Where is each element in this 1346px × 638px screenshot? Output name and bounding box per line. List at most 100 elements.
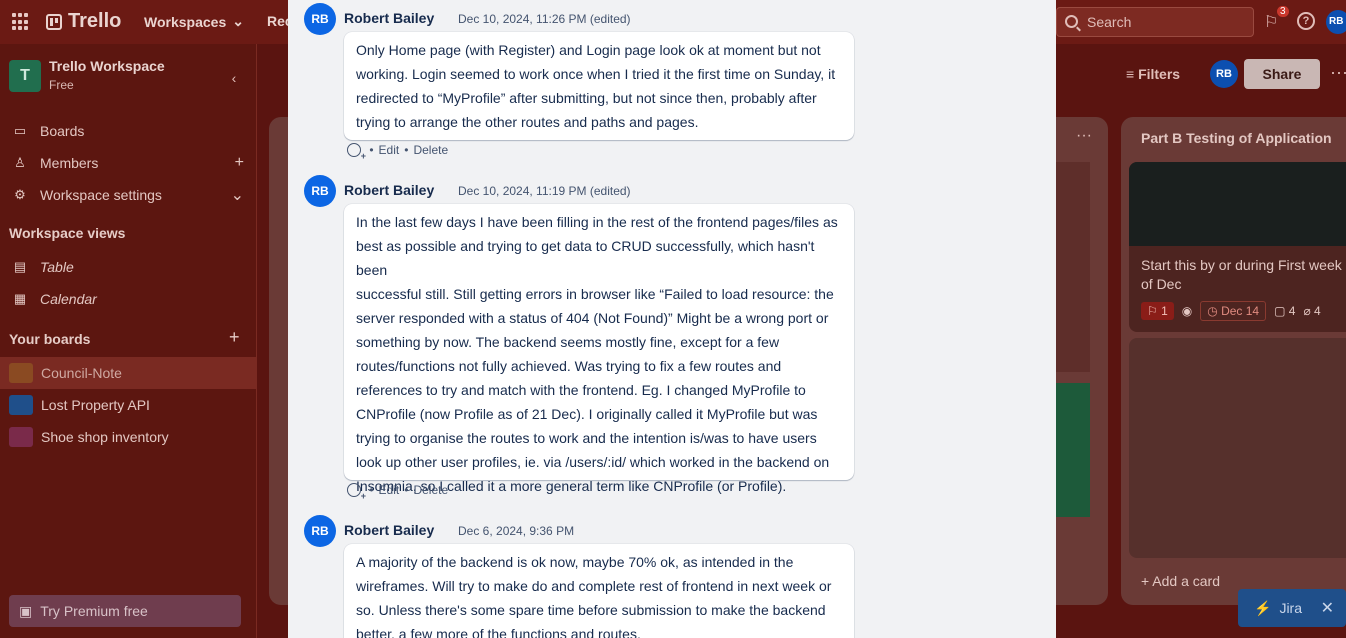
card-title[interactable]: Start this by or during First week of De… — [1141, 256, 1346, 294]
premium-label: Try Premium free — [40, 603, 148, 619]
card[interactable] — [1129, 338, 1346, 558]
comments-icon: ▢ 4 — [1274, 304, 1296, 318]
comment-actions: • Edit • Delete — [347, 143, 448, 161]
try-premium-button[interactable]: ▣ Try Premium free — [9, 595, 241, 627]
workspaces-menu[interactable]: Workspaces ⌄ — [144, 13, 244, 30]
comment-body: In the last few days I have been filling… — [344, 204, 854, 494]
more-icon[interactable]: ··· — [1330, 62, 1346, 83]
help-icon[interactable]: ? — [1297, 12, 1315, 30]
board-item-lost-property-api[interactable]: Lost Property API — [0, 389, 256, 421]
comment-actions: • Edit • Delete — [347, 483, 448, 501]
separator-dot: • — [366, 143, 374, 157]
avatar[interactable]: RB — [304, 175, 336, 207]
comment-timestamp[interactable]: Dec 10, 2024, 11:19 PM (edited) — [458, 184, 631, 198]
chevron-down-icon[interactable]: ⌄ — [231, 185, 244, 205]
comment-line: working. Login seemed to work once when … — [356, 66, 836, 82]
members-icon: ♙ — [14, 155, 26, 170]
comment-line: look up other user profiles, ie. via /us… — [356, 454, 830, 470]
app-switcher-icon[interactable] — [12, 13, 30, 31]
add-member-icon[interactable]: + — [235, 154, 244, 172]
comment-author[interactable]: Robert Bailey — [344, 10, 434, 26]
avatar[interactable]: RB — [304, 3, 336, 35]
comment-line: better, a few more of the functions and … — [356, 626, 641, 638]
comment-line: references to try and match with the fro… — [356, 382, 806, 398]
calendar-icon: ▦ — [13, 291, 27, 306]
app-name: Trello — [68, 10, 122, 32]
card-thumbnail[interactable] — [1056, 383, 1090, 517]
card-detail-modal: RB Robert Bailey Dec 10, 2024, 11:26 PM … — [288, 0, 1056, 638]
delete-comment-link[interactable]: Delete — [413, 483, 448, 497]
delete-comment-link[interactable]: Delete — [413, 143, 448, 157]
add-board-icon[interactable]: + — [229, 327, 240, 348]
search-input[interactable]: Search — [1056, 7, 1254, 37]
account-avatar[interactable]: RB — [1326, 10, 1346, 34]
sidebar-item-label: Boards — [40, 123, 85, 139]
comment-line: Only Home page (with Register) and Login… — [356, 42, 821, 58]
filters-button[interactable]: ≡ Filters — [1126, 66, 1180, 82]
search-icon — [1065, 15, 1078, 28]
board-list-left — [269, 117, 289, 605]
add-reaction-icon[interactable] — [347, 483, 366, 501]
sidebar-item-workspace-settings[interactable]: ⚙ Workspace settings ⌄ — [0, 179, 256, 211]
jira-icon: ⚡ — [1254, 599, 1272, 616]
search-placeholder: Search — [1087, 14, 1132, 30]
filters-label: Filters — [1138, 66, 1181, 82]
workspace-views-title: Workspace views — [9, 225, 126, 241]
comment-timestamp[interactable]: Dec 10, 2024, 11:26 PM (edited) — [458, 12, 631, 26]
list-title[interactable]: Part B Testing of Application — [1141, 130, 1332, 146]
due-date-badge[interactable]: ◷ Dec 14 — [1200, 301, 1267, 321]
separator-dot: • — [404, 143, 409, 157]
board-swatch — [9, 427, 33, 447]
comment-author[interactable]: Robert Bailey — [344, 522, 434, 538]
workspace-plan: Free — [49, 78, 74, 92]
edit-comment-link[interactable]: Edit — [379, 483, 400, 497]
notification-count-badge: 3 — [1277, 6, 1289, 17]
close-icon[interactable]: ✕ — [1321, 598, 1334, 618]
comments-count: 4 — [1288, 304, 1296, 318]
share-button[interactable]: Share — [1244, 59, 1320, 89]
sidebar-item-label: Members — [40, 155, 99, 171]
comment-line: successful still. Still getting errors i… — [356, 286, 834, 302]
plus-icon: + — [1141, 573, 1153, 589]
separator-dot: • — [366, 483, 374, 497]
sidebar-item-label: Calendar — [40, 291, 97, 307]
edit-comment-link[interactable]: Edit — [379, 143, 400, 157]
comment-body: Only Home page (with Register) and Login… — [344, 32, 854, 140]
avatar[interactable]: RB — [304, 515, 336, 547]
comment-line: A majority of the backend is ok now, may… — [356, 554, 794, 570]
comment-timestamp[interactable]: Dec 6, 2024, 9:36 PM — [458, 524, 574, 538]
collapse-sidebar-icon[interactable]: ‹ — [222, 68, 246, 92]
trello-logo[interactable]: Trello — [46, 10, 121, 33]
attachment-count: 4 — [1314, 304, 1321, 318]
separator-dot: • — [404, 483, 409, 497]
sidebar-item-boards[interactable]: ▭ Boards — [0, 115, 256, 147]
share-label: Share — [1262, 66, 1302, 82]
board-item-council-note[interactable]: Council-Note — [0, 357, 256, 389]
trello-logo-icon — [46, 13, 62, 30]
sidebar-item-label: Table — [40, 259, 74, 275]
comment-author[interactable]: Robert Bailey — [344, 182, 434, 198]
sidebar-item-table[interactable]: ▤ Table — [0, 251, 256, 283]
jira-widget[interactable]: ⚡ Jira ✕ — [1238, 589, 1346, 627]
card-thumbnail[interactable] — [1056, 162, 1090, 372]
board-swatch — [9, 363, 33, 383]
list-menu-icon[interactable]: ··· — [1076, 127, 1092, 145]
add-reaction-icon[interactable] — [347, 143, 366, 161]
gear-icon: ⚙ — [14, 187, 26, 202]
board-swatch — [9, 395, 33, 415]
chevron-down-icon: ⌄ — [232, 13, 244, 29]
sidebar-item-calendar[interactable]: ▦ Calendar — [0, 283, 256, 315]
comment-line: CNProfile (now Profile as of 21 Dec). I … — [356, 406, 818, 422]
comment-line: so. Unless there's some spare time befor… — [356, 602, 826, 618]
add-card-button[interactable]: + Add a card — [1141, 573, 1220, 589]
workspace-name[interactable]: Trello Workspace — [49, 58, 165, 74]
board-member-avatar[interactable]: RB — [1210, 60, 1238, 88]
comment-line: trying to arrange the other routes and p… — [356, 114, 699, 130]
filter-icon: ≡ — [1126, 66, 1139, 82]
your-boards-title: Your boards — [9, 331, 91, 347]
board-item-label: Council-Note — [41, 365, 122, 381]
workspace-header: T Trello Workspace Free ‹ — [9, 58, 249, 94]
comment-line: server responded with a status of 404 (N… — [356, 310, 829, 326]
board-item-shoe-shop-inventory[interactable]: Shoe shop inventory — [0, 421, 256, 453]
sidebar-item-members[interactable]: ♙ Members + — [0, 147, 256, 179]
